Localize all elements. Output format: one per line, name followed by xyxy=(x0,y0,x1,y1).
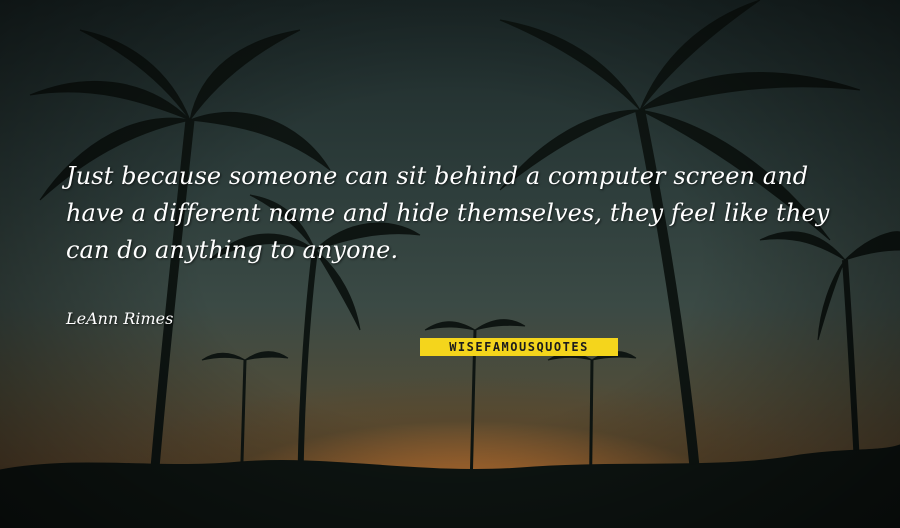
background-photo: Just because someone can sit behind a co… xyxy=(0,0,900,528)
watermark-badge: WISEFAMOUSQUOTES xyxy=(420,338,618,356)
quote-text: Just because someone can sit behind a co… xyxy=(66,162,830,264)
quote-author: LeAnn Rimes xyxy=(66,309,174,328)
